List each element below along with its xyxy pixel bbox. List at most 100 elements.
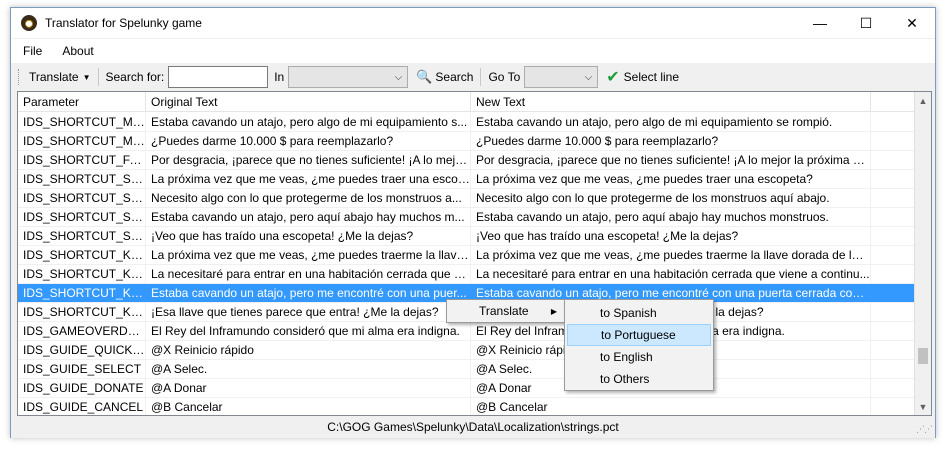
cell-new-text[interactable]: @B Cancelar [471,398,871,415]
close-button[interactable]: ✕ [889,8,935,38]
goto-combo[interactable]: ⌵ [524,66,599,88]
context-menu-translate[interactable]: Translate ▶ [447,300,565,322]
goto-label: Go To [488,70,521,84]
cell-parameter[interactable]: IDS_GAMEOVERDESC... [18,322,146,340]
cell-original-text[interactable]: La próxima vez que me veas, ¿me puedes t… [146,170,471,188]
cell-original-text[interactable]: ¡Veo que has traído una escopeta! ¿Me la… [146,227,471,245]
cell-parameter[interactable]: IDS_GUIDE_CANCEL [18,398,146,415]
cell-parameter[interactable]: IDS_SHORTCUT_SHO... [18,208,146,226]
in-label: In [274,70,285,84]
cell-original-text[interactable]: Por desgracia, ¡parece que no tienes suf… [146,151,471,169]
cell-new-text[interactable]: La próxima vez que me veas, ¿me puedes t… [471,170,871,188]
cell-filler [871,189,916,207]
cell-filler [871,246,916,264]
cell-parameter[interactable]: IDS_SHORTCUT_MO... [18,113,146,131]
cell-parameter[interactable]: IDS_SHORTCUT_MO... [18,132,146,150]
cell-new-text[interactable]: ¡Veo que has traído una escopeta! ¿Me la… [471,227,871,245]
submenu-item[interactable]: to English [567,346,711,368]
maximize-button[interactable]: ☐ [843,8,889,38]
search-input[interactable] [168,66,269,88]
strings-grid[interactable]: Parameter Original Text New Text IDS_SHO… [17,91,932,416]
cell-parameter[interactable]: IDS_SHORTCUT_SHO... [18,189,146,207]
submenu-item[interactable]: to Portuguese [567,324,711,346]
submenu-item[interactable]: to Others [567,368,711,390]
caret-down-icon: ▼ [82,72,91,82]
cell-original-text[interactable]: ¡Esa llave que tienes parece que entra! … [146,303,471,321]
cell-original-text[interactable]: Estaba cavando un atajo, pero aquí abajo… [146,208,471,226]
cell-parameter[interactable]: IDS_GUIDE_DONATE [18,379,146,397]
table-row[interactable]: IDS_GUIDE_SELECT @A Selec. @A Selec. [18,360,916,379]
cell-parameter[interactable]: IDS_SHORTCUT_KEY [18,284,146,302]
cell-original-text[interactable]: @A Donar [146,379,471,397]
cell-original-text[interactable]: Estaba cavando un atajo, pero algo de mi… [146,113,471,131]
scroll-down-icon[interactable]: ▼ [915,398,931,415]
cell-parameter[interactable]: IDS_SHORTCUT_SHO... [18,227,146,245]
cell-new-text[interactable]: Por desgracia, ¡parece que no tienes suf… [471,151,871,169]
cell-original-text[interactable]: @A Selec. [146,360,471,378]
cell-new-text[interactable]: La próxima vez que me veas, ¿me puedes t… [471,246,871,264]
cell-new-text[interactable]: La necesitaré para entrar en una habitac… [471,265,871,283]
menu-file[interactable]: File [15,44,50,58]
table-row[interactable]: IDS_SHORTCUT_MO... Estaba cavando un ataj… [18,113,916,132]
cell-filler [871,170,916,188]
cell-original-text[interactable]: Estaba cavando un atajo, pero me encontr… [146,284,471,302]
select-line-label: Select line [623,70,680,84]
menu-about[interactable]: About [54,44,101,58]
window-controls: — ☐ ✕ [797,8,935,38]
cell-original-text[interactable]: ¿Puedes darme 10.000 $ para reemplazarlo… [146,132,471,150]
cell-filler [871,151,916,169]
search-in-combo[interactable]: ⌵ [288,66,409,88]
cell-parameter[interactable]: IDS_SHORTCUT_KEY_... [18,265,146,283]
cell-original-text[interactable]: Necesito algo con lo que protegerme de l… [146,189,471,207]
table-row[interactable]: IDS_GUIDE_CANCEL @B Cancelar @B Cancelar [18,398,916,415]
cell-original-text[interactable]: La próxima vez que me veas, ¿me puedes t… [146,246,471,264]
column-header-filler [871,92,916,111]
cell-original-text[interactable]: El Rey del Inframundo consideró que mi a… [146,322,471,340]
resize-grip-icon[interactable]: ⋰⋰ [916,424,933,435]
search-for-label: Search for: [105,70,165,84]
cell-parameter[interactable]: IDS_SHORTCUT_SHO... [18,170,146,188]
cell-filler [871,398,916,415]
cell-parameter[interactable]: IDS_GUIDE_QUICKRE... [18,341,146,359]
table-row[interactable]: IDS_SHORTCUT_KEY_...La necesitaré para e… [18,265,916,284]
cell-new-text[interactable]: Estaba cavando un atajo, pero algo de mi… [471,113,871,131]
table-row[interactable]: IDS_SHORTCUT_SHO... Estaba cavando un ata… [18,208,916,227]
table-row[interactable]: IDS_SHORTCUT_KEY_...La próxima vez que m… [18,246,916,265]
cell-parameter[interactable]: IDS_SHORTCUT_KEY_... [18,303,146,321]
table-row[interactable]: IDS_GAMEOVERDESC...El Rey del Inframundo… [18,322,916,341]
table-row[interactable]: IDS_GUIDE_QUICKRE... @X Reinicio rápido @X… [18,341,916,360]
translate-dropdown-button[interactable]: Translate ▼ [25,66,95,88]
cell-filler [871,303,916,321]
search-button[interactable]: 🔍 Search [412,66,477,88]
toolbar-grip[interactable] [18,69,21,85]
table-row[interactable]: IDS_SHORTCUT_FAIL Por desgracia, ¡parece … [18,151,916,170]
scrollbar-thumb[interactable] [918,348,928,364]
cell-new-text[interactable]: ¿Puedes darme 10.000 $ para reemplazarlo… [471,132,871,150]
table-row[interactable]: IDS_SHORTCUT_MO... ¿Puedes darme 10.000 $… [18,132,916,151]
column-header-parameter[interactable]: Parameter [18,92,146,111]
submenu-item[interactable]: to Spanish [567,302,711,324]
cell-new-text[interactable]: Necesito algo con lo que protegerme de l… [471,189,871,207]
table-row[interactable]: IDS_SHORTCUT_SHO... ¡Veo que has traído u… [18,227,916,246]
cell-parameter[interactable]: IDS_GUIDE_SELECT [18,360,146,378]
cell-parameter[interactable]: IDS_SHORTCUT_KEY_... [18,246,146,264]
cell-parameter[interactable]: IDS_SHORTCUT_FAIL [18,151,146,169]
table-row[interactable]: IDS_SHORTCUT_SHO... Necesito algo con lo … [18,189,916,208]
file-path: C:\GOG Games\Spelunky\Data\Localization\… [327,420,619,434]
select-line-button[interactable]: ✔ Select line [602,66,683,88]
minimize-button[interactable]: — [797,8,843,38]
scroll-up-icon[interactable]: ▲ [915,92,931,109]
cell-original-text[interactable]: @X Reinicio rápido [146,341,471,359]
cell-original-text[interactable]: La necesitaré para entrar en una habitac… [146,265,471,283]
toolbar-separator [97,68,99,86]
column-header-original-text[interactable]: Original Text [146,92,471,111]
chevron-down-icon: ⌵ [394,71,403,83]
context-menu-translate-label: Translate [479,304,529,318]
table-row[interactable]: IDS_SHORTCUT_SHO... La próxima vez que me… [18,170,916,189]
table-row[interactable]: IDS_GUIDE_DONATE @A Donar @A Donar [18,379,916,398]
cell-new-text[interactable]: Estaba cavando un atajo, pero aquí abajo… [471,208,871,226]
cell-original-text[interactable]: @B Cancelar [146,398,471,415]
cell-filler [871,113,916,131]
column-header-new-text[interactable]: New Text [471,92,871,111]
vertical-scrollbar[interactable]: ▲ ▼ [914,92,931,415]
